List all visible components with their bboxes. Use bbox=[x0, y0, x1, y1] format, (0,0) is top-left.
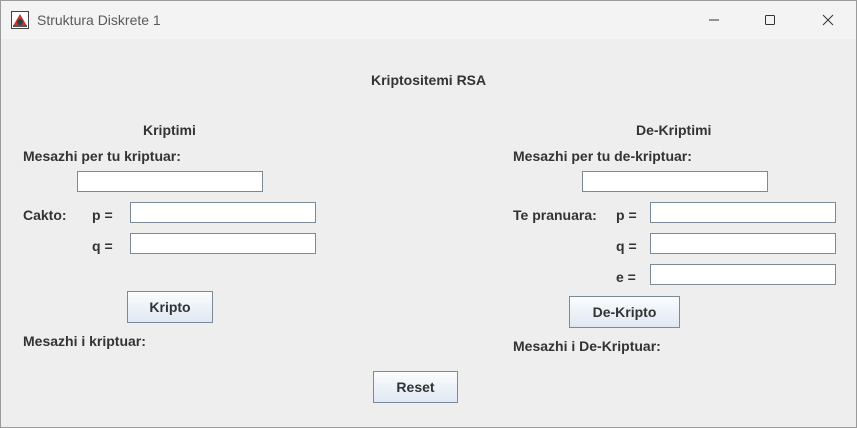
minimize-button[interactable] bbox=[692, 6, 736, 34]
decrypt-message-label: Mesazhi per tu de-kriptuar: bbox=[513, 148, 692, 164]
encrypt-q-input[interactable] bbox=[130, 233, 316, 254]
java-app-icon bbox=[11, 11, 29, 29]
decrypt-section-title: De-Kriptimi bbox=[636, 122, 712, 138]
kripto-button[interactable]: Kripto bbox=[127, 291, 213, 323]
te-pranuara-label: Te pranuara: bbox=[513, 207, 597, 223]
cakto-label: Cakto: bbox=[23, 207, 67, 223]
close-icon bbox=[822, 14, 834, 26]
decrypt-p-input[interactable] bbox=[650, 202, 836, 223]
decrypt-message-input[interactable] bbox=[582, 171, 768, 192]
decrypt-e-label: e = bbox=[616, 269, 636, 285]
encrypt-message-label: Mesazhi per tu kriptuar: bbox=[23, 148, 181, 164]
title-bar[interactable]: Struktura Diskrete 1 bbox=[1, 1, 856, 39]
maximize-button[interactable] bbox=[748, 6, 792, 34]
decrypt-p-label: p = bbox=[616, 207, 637, 223]
reset-button[interactable]: Reset bbox=[373, 371, 458, 403]
close-button[interactable] bbox=[806, 6, 850, 34]
encrypt-p-label: p = bbox=[92, 207, 113, 223]
window-title: Struktura Diskrete 1 bbox=[37, 12, 161, 28]
content-panel: Kriptositemi RSA Kriptimi Mesazhi per tu… bbox=[1, 39, 856, 427]
page-title: Kriptositemi RSA bbox=[371, 72, 487, 88]
encrypt-message-input[interactable] bbox=[77, 171, 263, 192]
decrypt-q-input[interactable] bbox=[650, 233, 836, 254]
decrypt-q-label: q = bbox=[616, 238, 637, 254]
encrypted-result-label: Mesazhi i kriptuar: bbox=[23, 333, 146, 349]
encrypt-section-title: Kriptimi bbox=[143, 122, 196, 138]
maximize-icon bbox=[765, 15, 775, 25]
decrypted-result-label: Mesazhi i De-Kriptuar: bbox=[513, 338, 661, 354]
encrypt-p-input[interactable] bbox=[130, 202, 316, 223]
minimize-icon bbox=[709, 19, 719, 21]
encrypt-q-label: q = bbox=[92, 238, 113, 254]
app-window: Struktura Diskrete 1 Kriptositemi RSA Kr… bbox=[0, 0, 857, 428]
decrypt-e-input[interactable] bbox=[650, 264, 836, 285]
de-kripto-button[interactable]: De-Kripto bbox=[569, 296, 680, 328]
